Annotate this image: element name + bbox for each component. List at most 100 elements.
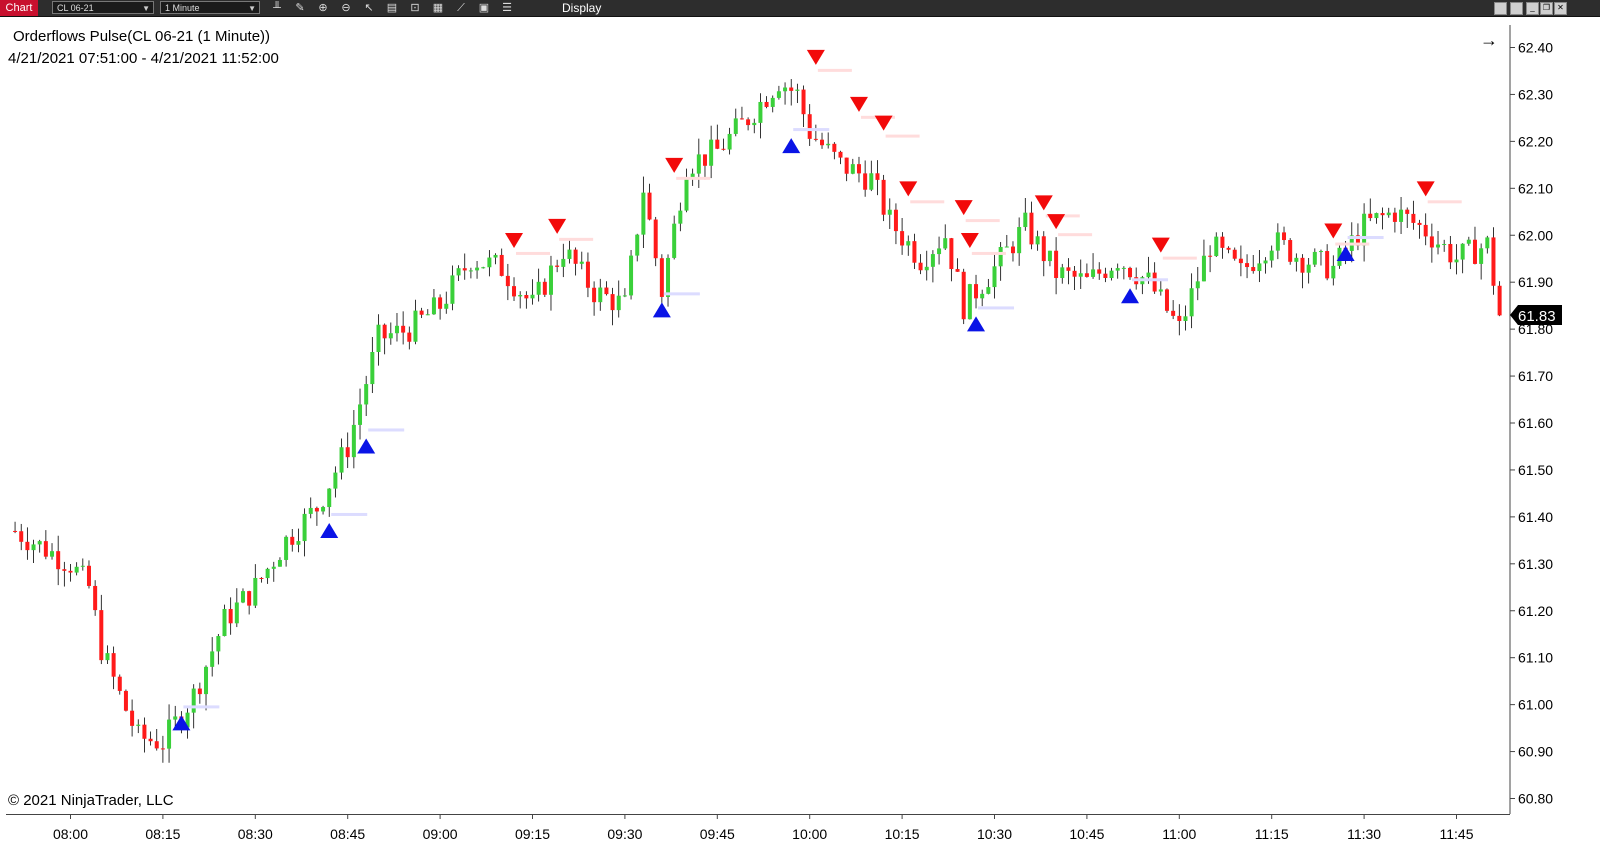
candle-body [770,97,775,107]
x-tick-label: 11:30 [1347,826,1381,842]
x-tick-label: 11:45 [1440,826,1474,842]
y-tick-label: 61.10 [1518,650,1553,666]
candle-body [1282,232,1287,241]
candle-body [1066,267,1071,271]
candle-body [826,143,831,146]
candle-body [666,257,671,297]
candle-body [111,653,116,677]
candle-body [351,424,356,458]
candle-body [813,138,818,140]
buy-signal-marker [357,438,376,454]
candle-body [487,257,492,268]
candle-body [50,551,55,557]
candle-body [573,249,578,264]
y-tick-label: 62.40 [1518,40,1553,56]
y-tick-label: 61.40 [1518,509,1553,525]
sell-level-line [885,134,920,138]
y-tick-label: 61.90 [1518,274,1553,290]
candle-body [1479,248,1484,264]
candle-body [345,447,350,458]
candle-body [216,636,221,652]
candle-body [1442,244,1447,246]
chart-title: Orderflows Pulse(CL 06-21 (1 Minute)) [13,28,271,45]
candle-body [1208,255,1213,257]
y-tick-label: 62.30 [1518,86,1553,102]
candle-body [795,89,800,91]
candle-body [204,666,209,695]
y-tick-label: 60.80 [1518,791,1553,807]
sell-signal-marker [874,115,893,131]
candle-body [1380,213,1385,216]
candle-body [758,101,763,123]
candle-body [13,530,18,532]
candle-body [1386,212,1391,216]
candle-body [579,261,584,264]
sell-signal-marker [960,232,979,248]
candle-body [1300,257,1305,273]
candle-body [702,154,707,166]
candle-body [1041,236,1046,262]
candle-body [943,238,948,249]
sell-level-line [971,251,1006,255]
candle-body [863,173,868,190]
candle-body [290,536,295,545]
candle-body [1146,272,1151,278]
candle-body [832,143,837,152]
buy-level-line [1132,278,1169,282]
copyright-text: © 2021 NinjaTrader, LLC [8,792,174,809]
candle-body [653,219,658,259]
candle-body [382,324,387,339]
candle-body [234,602,239,624]
candle-body [93,585,98,611]
candle-body [240,591,245,603]
sell-level-line [676,176,711,180]
candle-body [918,262,923,271]
candle-body [339,447,344,473]
candle-body [1275,232,1280,251]
buy-level-line [793,128,830,132]
chart-date-range: 4/21/2021 07:51:00 - 4/21/2021 11:52:00 [8,50,279,67]
candle-body [1312,251,1317,265]
candle-body [1054,250,1059,279]
candle-body [924,266,929,271]
candle-body [413,310,418,342]
candle-body [1251,267,1256,272]
candle-body [1331,265,1336,279]
candle-body [74,566,79,573]
candle-body [1238,258,1243,264]
candle-body [850,164,855,174]
x-tick-label: 10:15 [885,826,920,842]
candle-body [505,275,510,287]
candle-body [388,333,393,339]
candle-body [1448,244,1453,263]
arrow-right-icon[interactable]: → [1480,30,1498,51]
buy-level-line [331,512,368,516]
candle-body [1078,273,1083,277]
candle-body [1368,213,1373,219]
candle-body [1171,310,1176,316]
chart-canvas[interactable]: 62.4062.3062.2062.1062.0061.9061.8061.70… [0,0,1600,867]
candle-body [1392,212,1397,222]
candle-body [296,541,301,545]
candle-body [499,254,504,276]
candle-body [1374,213,1379,219]
candle-body [1497,285,1502,316]
buy-signal-marker [782,138,801,154]
candle-body [764,101,769,107]
candle-body [1023,212,1028,228]
sell-signal-marker [665,157,684,173]
sell-signal-marker [849,96,868,112]
x-tick-label: 08:45 [330,826,365,842]
candle-body [555,265,560,267]
candle-body [1405,209,1410,214]
y-tick-label: 61.30 [1518,556,1553,572]
candle-body [561,258,566,267]
x-tick-label: 08:15 [145,826,180,842]
candle-body [450,275,455,304]
candle-body [1103,273,1108,278]
candle-body [173,716,178,720]
candle-body [1047,250,1052,262]
candle-body [776,91,781,98]
candle-body [265,568,270,579]
y-tick-label: 62.10 [1518,180,1553,196]
